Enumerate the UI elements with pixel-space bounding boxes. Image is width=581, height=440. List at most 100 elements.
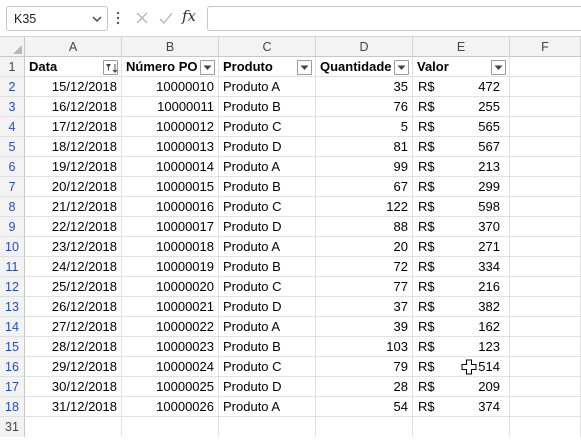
- empty-cell[interactable]: [510, 397, 581, 417]
- row-header[interactable]: 3: [0, 97, 25, 117]
- empty-cell[interactable]: [510, 157, 581, 177]
- date-cell[interactable]: 27/12/2018: [25, 317, 122, 337]
- product-cell[interactable]: Produto D: [219, 217, 316, 237]
- row-header[interactable]: 13: [0, 297, 25, 317]
- date-cell[interactable]: 21/12/2018: [25, 197, 122, 217]
- value-cell[interactable]: R$ 598: [413, 197, 510, 217]
- po-number-cell[interactable]: 10000025: [122, 377, 219, 397]
- row-header[interactable]: 7: [0, 177, 25, 197]
- empty-cell[interactable]: [510, 197, 581, 217]
- product-cell[interactable]: Produto A: [219, 157, 316, 177]
- date-cell[interactable]: 25/12/2018: [25, 277, 122, 297]
- po-number-cell[interactable]: 10000020: [122, 277, 219, 297]
- value-cell[interactable]: R$ 299: [413, 177, 510, 197]
- po-number-cell[interactable]: 10000024: [122, 357, 219, 377]
- quantity-cell[interactable]: 20: [316, 237, 413, 257]
- empty-cell[interactable]: [510, 77, 581, 97]
- column-header-a[interactable]: A: [25, 37, 122, 57]
- empty-cell[interactable]: [510, 237, 581, 257]
- filter-dropdown-icon[interactable]: [394, 60, 409, 75]
- x-icon[interactable]: [134, 10, 150, 26]
- name-box[interactable]: K35: [6, 6, 108, 31]
- quantity-cell[interactable]: 79: [316, 357, 413, 377]
- quantity-cell[interactable]: 39: [316, 317, 413, 337]
- value-cell[interactable]: R$ 382: [413, 297, 510, 317]
- po-number-cell[interactable]: 10000022: [122, 317, 219, 337]
- date-cell[interactable]: 24/12/2018: [25, 257, 122, 277]
- date-cell[interactable]: 23/12/2018: [25, 237, 122, 257]
- quantity-cell[interactable]: 5: [316, 117, 413, 137]
- row-header[interactable]: 16: [0, 357, 25, 377]
- date-cell[interactable]: 16/12/2018: [25, 97, 122, 117]
- product-cell[interactable]: Produto B: [219, 337, 316, 357]
- row-header[interactable]: 8: [0, 197, 25, 217]
- po-number-cell[interactable]: 10000021: [122, 297, 219, 317]
- product-cell[interactable]: Produto D: [219, 297, 316, 317]
- row-header[interactable]: 4: [0, 117, 25, 137]
- value-cell[interactable]: R$ 216: [413, 277, 510, 297]
- row-header[interactable]: 12: [0, 277, 25, 297]
- quantity-cell[interactable]: 35: [316, 77, 413, 97]
- empty-cell[interactable]: [122, 417, 219, 437]
- quantity-cell[interactable]: 81: [316, 137, 413, 157]
- product-cell[interactable]: Produto C: [219, 197, 316, 217]
- empty-cell[interactable]: [510, 177, 581, 197]
- column-header-b[interactable]: B: [122, 37, 219, 57]
- column-header-f[interactable]: F: [510, 37, 581, 57]
- value-cell[interactable]: R$ 565: [413, 117, 510, 137]
- date-cell[interactable]: 26/12/2018: [25, 297, 122, 317]
- product-cell[interactable]: Produto B: [219, 257, 316, 277]
- empty-cell[interactable]: [25, 417, 122, 437]
- column-header-d[interactable]: D: [316, 37, 413, 57]
- empty-cell[interactable]: [510, 137, 581, 157]
- quantity-cell[interactable]: 76: [316, 97, 413, 117]
- product-cell[interactable]: Produto B: [219, 97, 316, 117]
- row-header[interactable]: 11: [0, 257, 25, 277]
- quantity-cell[interactable]: 67: [316, 177, 413, 197]
- product-cell[interactable]: Produto B: [219, 177, 316, 197]
- date-cell[interactable]: 31/12/2018: [25, 397, 122, 417]
- po-number-cell[interactable]: 10000015: [122, 177, 219, 197]
- check-icon[interactable]: [158, 10, 174, 26]
- product-cell[interactable]: Produto A: [219, 397, 316, 417]
- empty-cell[interactable]: [510, 357, 581, 377]
- product-cell[interactable]: Produto A: [219, 237, 316, 257]
- empty-cell[interactable]: [510, 377, 581, 397]
- date-cell[interactable]: 19/12/2018: [25, 157, 122, 177]
- quantity-cell[interactable]: 77: [316, 277, 413, 297]
- quantity-cell[interactable]: 122: [316, 197, 413, 217]
- header-cell-data[interactable]: Data: [25, 57, 122, 77]
- empty-cell[interactable]: [510, 317, 581, 337]
- quantity-cell[interactable]: 72: [316, 257, 413, 277]
- product-cell[interactable]: Produto A: [219, 317, 316, 337]
- value-cell[interactable]: R$ 213: [413, 157, 510, 177]
- po-number-cell[interactable]: 10000011: [122, 97, 219, 117]
- date-cell[interactable]: 22/12/2018: [25, 217, 122, 237]
- empty-cell[interactable]: [510, 297, 581, 317]
- more-options-icon[interactable]: [114, 10, 122, 26]
- quantity-cell[interactable]: 99: [316, 157, 413, 177]
- date-cell[interactable]: 17/12/2018: [25, 117, 122, 137]
- value-cell[interactable]: R$ 370: [413, 217, 510, 237]
- product-cell[interactable]: Produto C: [219, 357, 316, 377]
- empty-cell[interactable]: [510, 277, 581, 297]
- row-header[interactable]: 14: [0, 317, 25, 337]
- po-number-cell[interactable]: 10000017: [122, 217, 219, 237]
- po-number-cell[interactable]: 10000023: [122, 337, 219, 357]
- column-header-c[interactable]: C: [219, 37, 316, 57]
- row-header[interactable]: 18: [0, 397, 25, 417]
- empty-cell[interactable]: [510, 417, 581, 437]
- quantity-cell[interactable]: 103: [316, 337, 413, 357]
- product-cell[interactable]: Produto C: [219, 277, 316, 297]
- empty-cell[interactable]: [510, 217, 581, 237]
- value-cell[interactable]: R$ 567: [413, 137, 510, 157]
- row-header[interactable]: 17: [0, 377, 25, 397]
- value-cell[interactable]: R$ 209: [413, 377, 510, 397]
- date-cell[interactable]: 18/12/2018: [25, 137, 122, 157]
- row-header[interactable]: 5: [0, 137, 25, 157]
- po-number-cell[interactable]: 10000014: [122, 157, 219, 177]
- header-cell-valor[interactable]: Valor: [413, 57, 510, 77]
- po-number-cell[interactable]: 10000018: [122, 237, 219, 257]
- product-cell[interactable]: Produto D: [219, 137, 316, 157]
- quantity-cell[interactable]: 54: [316, 397, 413, 417]
